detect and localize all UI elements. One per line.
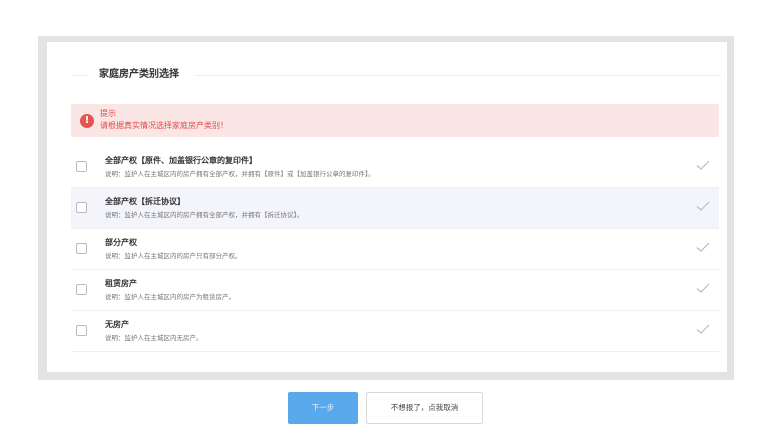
- notice-text: 请根据真实情况选择家庭房产类别！: [100, 121, 228, 130]
- cancel-button[interactable]: 不想报了，点我取消: [366, 392, 483, 424]
- notice-title: 提示: [100, 109, 116, 118]
- option-item[interactable]: 无房产 说明：监护人在主城区内无房产。: [71, 311, 719, 352]
- checkmark-icon: [696, 283, 710, 293]
- option-item[interactable]: 部分产权 说明：监护人在主城区内的房产只有部分产权。: [71, 229, 719, 270]
- option-description: 说明：监护人在主城区内的房产为租赁房产。: [105, 293, 235, 301]
- exclamation-icon: !: [80, 114, 94, 128]
- section-header: 家庭房产类别选择: [71, 68, 721, 84]
- checkbox[interactable]: [76, 202, 87, 213]
- option-description: 说明：监护人在主城区内的房产只有部分产权。: [105, 252, 242, 260]
- form-panel: 家庭房产类别选择 ! 提示 请根据真实情况选择家庭房产类别！ 全部产权【原件、加…: [47, 42, 727, 372]
- option-item[interactable]: 全部产权【拆迁协议】 说明：监护人在主城区内的房产拥有全部产权，并拥有【拆迁协议…: [71, 188, 719, 229]
- checkbox[interactable]: [76, 284, 87, 295]
- divider: [71, 75, 89, 76]
- checkmark-icon: [696, 242, 710, 252]
- option-label: 租赁房产: [105, 279, 137, 288]
- option-label: 全部产权【拆迁协议】: [105, 197, 185, 206]
- option-label: 无房产: [105, 320, 129, 329]
- option-description: 说明：监护人在主城区内的房产拥有全部产权，并拥有【原件】或【加盖银行公章的复印件…: [105, 170, 375, 178]
- checkbox[interactable]: [76, 243, 87, 254]
- checkbox[interactable]: [76, 325, 87, 336]
- checkmark-icon: [696, 324, 710, 334]
- checkbox[interactable]: [76, 161, 87, 172]
- next-button[interactable]: 下一步: [288, 392, 358, 424]
- checkmark-icon: [696, 201, 710, 211]
- section-title: 家庭房产类别选择: [93, 68, 185, 82]
- form-frame: 家庭房产类别选择 ! 提示 请根据真实情况选择家庭房产类别！ 全部产权【原件、加…: [38, 36, 734, 380]
- option-item[interactable]: 全部产权【原件、加盖银行公章的复印件】 说明：监护人在主城区内的房产拥有全部产权…: [71, 147, 719, 188]
- notice-box: ! 提示 请根据真实情况选择家庭房产类别！: [71, 104, 719, 137]
- option-description: 说明：监护人在主城区内无房产。: [105, 334, 203, 342]
- checkmark-icon: [696, 160, 710, 170]
- option-item[interactable]: 租赁房产 说明：监护人在主城区内的房产为租赁房产。: [71, 270, 719, 311]
- option-list: 全部产权【原件、加盖银行公章的复印件】 说明：监护人在主城区内的房产拥有全部产权…: [71, 147, 719, 352]
- option-description: 说明：监护人在主城区内的房产拥有全部产权，并拥有【拆迁协议】。: [105, 211, 304, 219]
- option-label: 全部产权【原件、加盖银行公章的复印件】: [105, 156, 257, 165]
- divider: [195, 75, 721, 76]
- option-label: 部分产权: [105, 238, 137, 247]
